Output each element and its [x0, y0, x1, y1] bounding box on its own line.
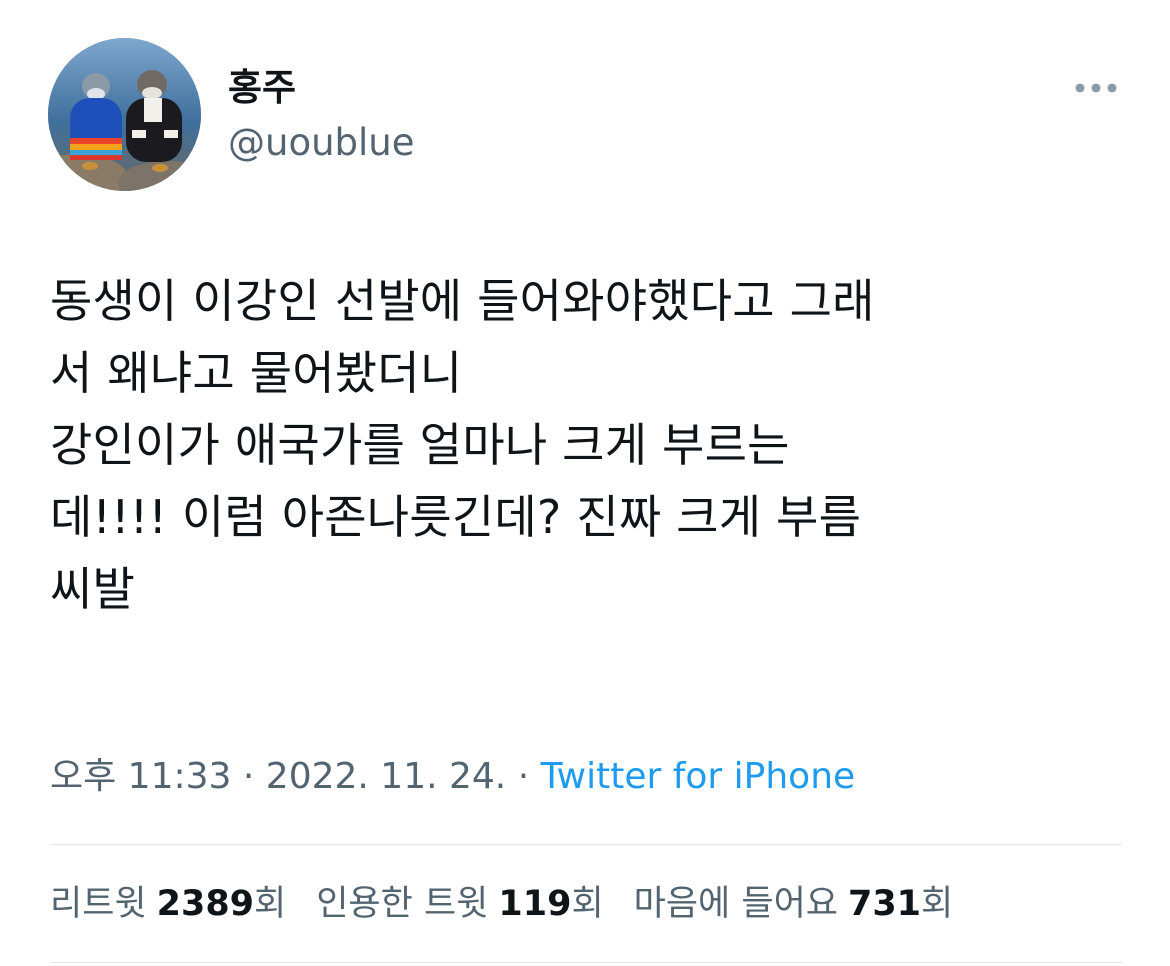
tweet-text-line: 강인이가 애국가를 얼마나 크게 부르는: [50, 418, 790, 472]
retweets-stat[interactable]: 리트윗 2389 회: [50, 878, 286, 930]
avatar[interactable]: [48, 38, 201, 191]
tweet-text-line: 서 왜냐고 물어봤더니: [50, 346, 463, 400]
retweets-unit: 회: [254, 884, 287, 924]
tweet-text-line: 동생이 이강인 선발에 들어와야했다고 그래: [50, 274, 875, 328]
author-display-name[interactable]: 홍주: [228, 66, 296, 110]
tweet-text-line: 데!!!! 이럼 아존나릇긴데? 진짜 크게 부름: [50, 490, 862, 544]
likes-count: 731: [847, 884, 922, 924]
tweet-text-line: 씨발: [50, 562, 136, 616]
divider: [50, 844, 1122, 845]
tweet-time[interactable]: 오후 11:33: [50, 756, 231, 797]
likes-unit: 회: [921, 884, 954, 924]
quotes-unit: 회: [571, 884, 604, 924]
quotes-stat[interactable]: 인용한 트윗 119 회: [316, 878, 603, 930]
more-options-button[interactable]: [1068, 72, 1124, 104]
tweet-date[interactable]: 2022. 11. 24.: [266, 756, 506, 797]
likes-stat[interactable]: 마음에 들어요 731 회: [634, 878, 954, 930]
tweet-card: 홍주 @uoublue 동생이 이강인 선발에 들어와야했다고 그래 서 왜냐고…: [0, 0, 1170, 966]
meta-separator: ·: [242, 756, 255, 797]
retweets-label: 리트윗: [50, 884, 147, 924]
tweet-meta: 오후 11:33 · 2022. 11. 24. · Twitter for i…: [50, 752, 855, 802]
tweet-source-link[interactable]: Twitter for iPhone: [541, 756, 856, 797]
quotes-count: 119: [498, 884, 572, 924]
tweet-stats: 리트윗 2389 회 인용한 트윗 119 회 마음에 들어요 731 회: [50, 878, 953, 930]
likes-label: 마음에 들어요: [633, 884, 838, 924]
retweets-count: 2389: [156, 884, 255, 924]
penguins-in-sweaters-image: [48, 38, 201, 191]
meta-separator: ·: [517, 756, 530, 797]
quotes-label: 인용한 트윗: [316, 884, 489, 924]
more-horizontal-icon: [1075, 83, 1117, 93]
author-handle[interactable]: @uoublue: [228, 120, 415, 166]
tweet-text: 동생이 이강인 선발에 들어와야했다고 그래 서 왜냐고 물어봤더니 강인이가 …: [50, 265, 1130, 625]
divider: [50, 962, 1122, 963]
